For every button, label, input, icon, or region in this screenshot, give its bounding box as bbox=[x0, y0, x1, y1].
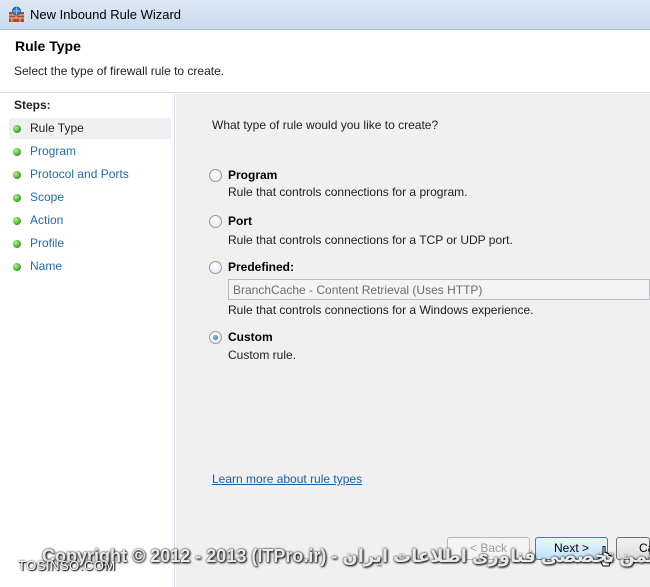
step-status-icon bbox=[13, 125, 21, 133]
custom-option-label[interactable]: Custom bbox=[228, 330, 273, 344]
steps-title: Steps: bbox=[14, 98, 51, 112]
steps-pane: Steps: Rule Type Program Protocol and Po… bbox=[0, 94, 175, 587]
title-bar[interactable]: New Inbound Rule Wizard bbox=[0, 0, 650, 30]
wizard-header: Rule Type Select the type of firewall ru… bbox=[0, 31, 650, 93]
custom-option-description: Custom rule. bbox=[228, 348, 297, 362]
step-label: Name bbox=[30, 259, 63, 273]
step-status-icon bbox=[13, 148, 21, 156]
step-scope[interactable]: Scope bbox=[9, 187, 171, 208]
step-label: Protocol and Ports bbox=[30, 167, 129, 181]
program-radio[interactable] bbox=[209, 169, 222, 182]
learn-more-link[interactable]: Learn more about rule types bbox=[212, 472, 362, 486]
step-program[interactable]: Program bbox=[9, 141, 171, 162]
predefined-option-label[interactable]: Predefined: bbox=[228, 260, 294, 274]
predefined-option-description: Rule that controls connections for a Win… bbox=[228, 303, 534, 317]
rule-type-question: What type of rule would you like to crea… bbox=[212, 118, 439, 132]
program-option-label[interactable]: Program bbox=[228, 168, 277, 182]
site-watermark: TOSINSO.COM bbox=[18, 558, 116, 573]
step-label: Rule Type bbox=[30, 121, 84, 135]
step-rule-type[interactable]: Rule Type bbox=[9, 118, 171, 139]
step-status-icon bbox=[13, 240, 21, 248]
step-protocol-and-ports[interactable]: Protocol and Ports bbox=[9, 164, 171, 185]
port-radio[interactable] bbox=[209, 215, 222, 228]
page-subtitle: Select the type of firewall rule to crea… bbox=[14, 64, 225, 78]
port-option-label[interactable]: Port bbox=[228, 214, 252, 228]
port-option-description: Rule that controls connections for a TCP… bbox=[228, 233, 513, 247]
program-option-description: Rule that controls connections for a pro… bbox=[228, 185, 468, 199]
firewall-icon bbox=[9, 6, 24, 22]
step-status-icon bbox=[13, 194, 21, 202]
step-label: Program bbox=[30, 144, 77, 158]
predefined-radio[interactable] bbox=[209, 261, 222, 274]
step-action[interactable]: Action bbox=[9, 210, 171, 231]
step-status-icon bbox=[13, 263, 21, 271]
step-status-icon bbox=[13, 171, 21, 179]
predefined-rule-dropdown[interactable]: BranchCache - Content Retrieval (Uses HT… bbox=[228, 279, 650, 300]
step-label: Action bbox=[30, 213, 64, 227]
step-label: Scope bbox=[30, 190, 65, 204]
window-title: New Inbound Rule Wizard bbox=[30, 7, 182, 22]
predefined-rule-value: BranchCache - Content Retrieval (Uses HT… bbox=[233, 283, 483, 297]
step-label: Profile bbox=[30, 236, 65, 250]
copyright-watermark: Copyright © 2012 - 2013 (ITPro.ir) - انج… bbox=[42, 546, 650, 566]
step-status-icon bbox=[13, 217, 21, 225]
page-title: Rule Type bbox=[15, 38, 81, 54]
step-profile[interactable]: Profile bbox=[9, 233, 171, 254]
step-name[interactable]: Name bbox=[9, 256, 171, 277]
custom-radio[interactable] bbox=[209, 331, 222, 344]
content-pane: What type of rule would you like to crea… bbox=[176, 94, 650, 587]
